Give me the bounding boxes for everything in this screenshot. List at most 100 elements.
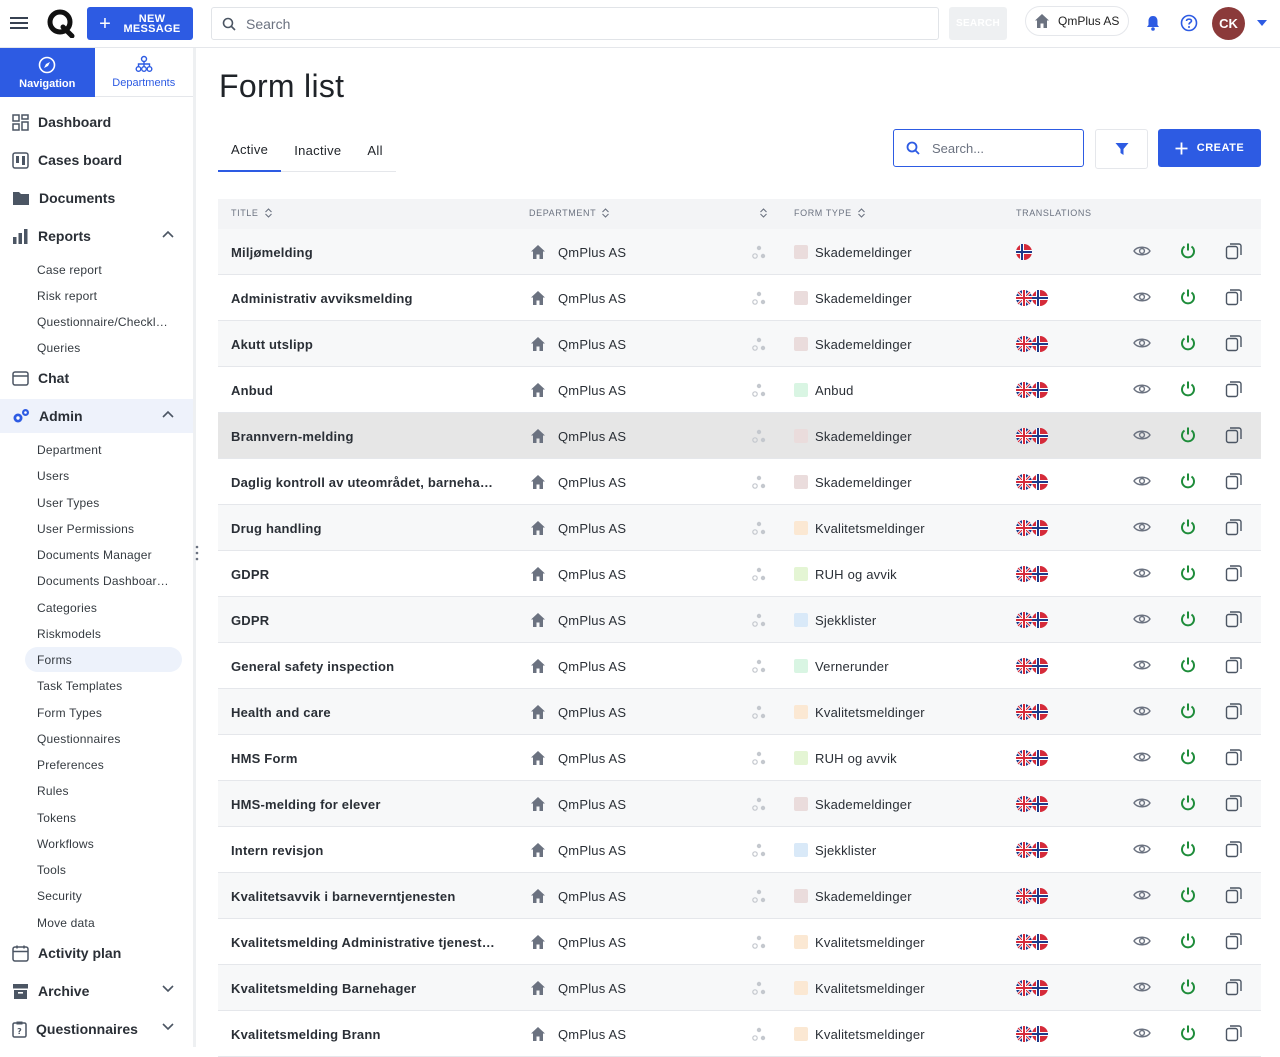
sidebar-subitem-rules[interactable]: Rules [25, 778, 182, 803]
copy-icon[interactable] [1225, 426, 1243, 444]
table-row[interactable]: Daglig kontroll av uteområdet, barneha… … [218, 459, 1261, 505]
sidebar-item-activity-plan[interactable]: Activity plan [0, 936, 193, 970]
sidebar-subitem-task-templates[interactable]: Task Templates [25, 673, 182, 698]
table-row[interactable]: Miljømelding QmPlus AS Skademeldinger [218, 229, 1261, 275]
caret-down-icon[interactable] [1257, 20, 1267, 26]
sidebar-subitem-forms[interactable]: Forms [25, 647, 182, 672]
sidebar-subitem-categories[interactable]: Categories [25, 595, 182, 620]
power-toggle-icon[interactable] [1179, 380, 1197, 398]
copy-icon[interactable] [1225, 978, 1243, 996]
sidebar-subitem-tokens[interactable]: Tokens [25, 805, 182, 830]
power-toggle-icon[interactable] [1179, 932, 1197, 950]
sidebar-subitem-user-types[interactable]: User Types [25, 490, 182, 515]
org-switcher[interactable]: QmPlus AS [1025, 6, 1129, 36]
copy-icon[interactable] [1225, 656, 1243, 674]
sidebar-item-dashboard[interactable]: Dashboard [0, 105, 193, 139]
view-eye-icon[interactable] [1133, 794, 1151, 812]
form-title[interactable]: General safety inspection [231, 643, 521, 689]
hamburger-menu-icon[interactable] [10, 14, 32, 34]
sidebar-subitem-user-permissions[interactable]: User Permissions [25, 516, 182, 541]
view-eye-icon[interactable] [1133, 518, 1151, 536]
sidebar-subitem-documents-dashboard[interactable]: Documents Dashboar… [25, 568, 182, 593]
table-row[interactable]: Intern revisjon QmPlus AS Sjekklister [218, 827, 1261, 873]
power-toggle-icon[interactable] [1179, 518, 1197, 536]
copy-icon[interactable] [1225, 380, 1243, 398]
new-message-button[interactable]: + NEW MESSAGE [87, 7, 193, 40]
view-eye-icon[interactable] [1133, 886, 1151, 904]
power-toggle-icon[interactable] [1179, 334, 1197, 352]
power-toggle-icon[interactable] [1179, 794, 1197, 812]
view-eye-icon[interactable] [1133, 242, 1151, 260]
create-button[interactable]: CREATE [1158, 129, 1261, 167]
sidebar-subitem-preferences[interactable]: Preferences [25, 752, 182, 777]
sidebar-subitem-workflows[interactable]: Workflows [25, 831, 182, 856]
view-eye-icon[interactable] [1133, 610, 1151, 628]
global-search[interactable] [211, 7, 939, 40]
view-eye-icon[interactable] [1133, 564, 1151, 582]
table-row[interactable]: HMS-melding for elever QmPlus AS Skademe… [218, 781, 1261, 827]
power-toggle-icon[interactable] [1179, 472, 1197, 490]
global-search-input[interactable] [246, 15, 926, 32]
copy-icon[interactable] [1225, 794, 1243, 812]
copy-icon[interactable] [1225, 334, 1243, 352]
power-toggle-icon[interactable] [1179, 288, 1197, 306]
view-eye-icon[interactable] [1133, 932, 1151, 950]
power-toggle-icon[interactable] [1179, 656, 1197, 674]
view-eye-icon[interactable] [1133, 380, 1151, 398]
copy-icon[interactable] [1225, 288, 1243, 306]
help-icon[interactable] [1180, 14, 1198, 32]
filter-button[interactable] [1095, 129, 1148, 169]
table-row[interactable]: HMS Form QmPlus AS RUH og avvik [218, 735, 1261, 781]
table-row[interactable]: Kvalitetsavvik i barneverntjenesten QmPl… [218, 873, 1261, 919]
sidebar-item-questionnaires[interactable]: ? Questionnaires [0, 1012, 193, 1046]
view-eye-icon[interactable] [1133, 656, 1151, 674]
form-title[interactable]: Kvalitetsmelding Brann [231, 1011, 521, 1057]
view-eye-icon[interactable] [1133, 702, 1151, 720]
view-eye-icon[interactable] [1133, 1024, 1151, 1042]
sidebar-subitem-risk-report[interactable]: Risk report [25, 283, 182, 308]
copy-icon[interactable] [1225, 472, 1243, 490]
sidebar-subitem-form-types[interactable]: Form Types [25, 700, 182, 725]
copy-icon[interactable] [1225, 886, 1243, 904]
table-row[interactable]: General safety inspection QmPlus AS Vern… [218, 643, 1261, 689]
form-title[interactable]: Brannvern-melding [231, 413, 521, 459]
sidebar-subitem-case-report[interactable]: Case report [25, 257, 182, 282]
table-row[interactable]: Administrativ avviksmelding QmPlus AS Sk… [218, 275, 1261, 321]
copy-icon[interactable] [1225, 702, 1243, 720]
copy-icon[interactable] [1225, 748, 1243, 766]
sidebar-item-archive[interactable]: Archive [0, 974, 193, 1008]
form-title[interactable]: GDPR [231, 551, 521, 597]
view-eye-icon[interactable] [1133, 334, 1151, 352]
table-row[interactable]: Kvalitetsmelding Barnehager QmPlus AS Kv… [218, 965, 1261, 1011]
sidebar-subitem-move-data[interactable]: Move data [25, 910, 182, 935]
form-title[interactable]: HMS-melding for elever [231, 781, 521, 827]
table-row[interactable]: Health and care QmPlus AS Kvalitetsmeldi… [218, 689, 1261, 735]
power-toggle-icon[interactable] [1179, 242, 1197, 260]
sidebar-subitem-users[interactable]: Users [25, 463, 182, 488]
form-title[interactable]: GDPR [231, 597, 521, 643]
search-button[interactable]: SEARCH [949, 7, 1007, 40]
power-toggle-icon[interactable] [1179, 840, 1197, 858]
sidebar-subitem-security[interactable]: Security [25, 883, 182, 908]
power-toggle-icon[interactable] [1179, 978, 1197, 996]
sidebar-item-reports[interactable]: Reports [0, 219, 193, 253]
sidebar-tab-navigation[interactable]: Navigation [0, 48, 95, 97]
tab-all[interactable]: All [354, 128, 395, 172]
sidebar-subitem-queries[interactable]: Queries [25, 335, 182, 360]
chevron-down-icon[interactable] [162, 1023, 174, 1031]
form-title[interactable]: Akutt utslipp [231, 321, 521, 367]
tab-active[interactable]: Active [218, 128, 282, 172]
sidebar-item-chat[interactable]: Chat [0, 361, 193, 395]
copy-icon[interactable] [1225, 518, 1243, 536]
form-title[interactable]: Health and care [231, 689, 521, 735]
chevron-up-icon[interactable] [162, 410, 174, 418]
power-toggle-icon[interactable] [1179, 748, 1197, 766]
copy-icon[interactable] [1225, 564, 1243, 582]
copy-icon[interactable] [1225, 610, 1243, 628]
column-header-title[interactable]: TITLE [231, 208, 272, 218]
sidebar-subitem-riskmodels[interactable]: Riskmodels [25, 621, 182, 646]
copy-icon[interactable] [1225, 1024, 1243, 1042]
table-row[interactable]: Anbud QmPlus AS Anbud [218, 367, 1261, 413]
sidebar-subitem-questionnaires[interactable]: Questionnaires [25, 726, 182, 751]
power-toggle-icon[interactable] [1179, 564, 1197, 582]
